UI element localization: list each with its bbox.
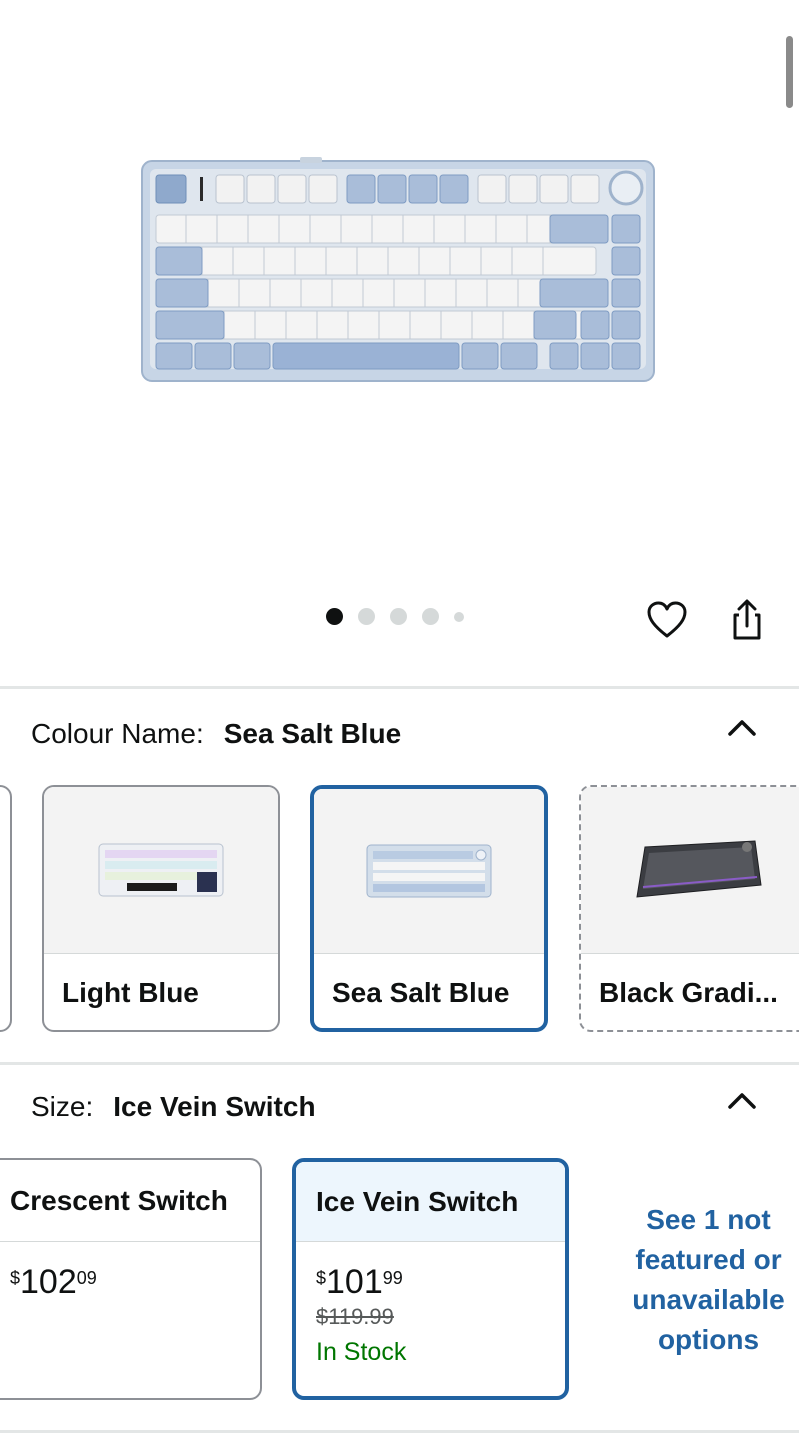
colour-variation-header: Colour Name: Sea Salt Blue (31, 718, 401, 750)
size-variation-header: Size: Ice Vein Switch (31, 1091, 316, 1123)
section-divider (0, 686, 799, 689)
size-option-price: $ 101 99 (296, 1242, 565, 1300)
keyboard-thumbnail (366, 844, 492, 898)
availability-status: In Stock (316, 1338, 407, 1366)
size-option-ice-vein-switch[interactable]: Ice Vein Switch $ 101 99 $119.99 In Stoc… (292, 1158, 569, 1400)
carousel-dot[interactable] (390, 608, 407, 625)
section-divider (0, 1430, 799, 1433)
size-option-name: Crescent Switch (0, 1160, 260, 1242)
size-option-name: Ice Vein Switch (296, 1162, 565, 1242)
colour-option-sea-salt-blue[interactable]: Sea Salt Blue (310, 785, 548, 1032)
price-fraction: 09 (76, 1268, 97, 1288)
keyboard-thumbnail (98, 843, 224, 897)
share-icon (733, 599, 761, 640)
price-whole: 101 (326, 1263, 383, 1301)
keyboard-thumbnail (636, 840, 762, 898)
list-price: $119.99 (316, 1304, 394, 1329)
colour-selected-value: Sea Salt Blue (223, 718, 402, 749)
carousel-dot[interactable] (326, 608, 343, 625)
price-fraction: 99 (382, 1268, 403, 1288)
swatch-image (44, 787, 278, 954)
colour-option-black-gradient[interactable]: Black Gradi... (579, 785, 799, 1032)
colour-option-name: Sea Salt Blue (332, 977, 510, 1008)
see-unavailable-options-link[interactable]: See 1 not featured or unavailable option… (618, 1200, 799, 1360)
price-whole: 102 (20, 1263, 77, 1301)
product-image-carousel[interactable] (0, 0, 799, 590)
section-divider (0, 1062, 799, 1065)
chevron-up-icon[interactable] (724, 714, 760, 742)
chevron-up-icon[interactable] (724, 1087, 760, 1115)
swatch-image (314, 789, 544, 954)
size-label: Size: (31, 1091, 94, 1122)
carousel-indicator (326, 608, 464, 625)
colour-option-name: Black Gradi... (599, 977, 778, 1008)
price-symbol: $ (316, 1268, 327, 1288)
share-button[interactable] (725, 598, 769, 642)
colour-option-partial[interactable] (0, 785, 12, 1032)
wishlist-button[interactable] (645, 598, 689, 642)
keyboard-product-image (141, 157, 655, 382)
heart-icon (647, 601, 687, 638)
colour-option-light-blue[interactable]: Light Blue (42, 785, 280, 1032)
price-symbol: $ (10, 1268, 21, 1288)
size-selected-value: Ice Vein Switch (113, 1091, 316, 1122)
carousel-dot[interactable] (358, 608, 375, 625)
carousel-dot[interactable] (422, 608, 439, 625)
colour-option-name: Light Blue (62, 977, 199, 1008)
size-option-price: $ 102 09 (0, 1242, 260, 1300)
size-option-crescent-switch[interactable]: Crescent Switch $ 102 09 (0, 1158, 262, 1400)
carousel-dot[interactable] (454, 611, 464, 622)
swatch-image (581, 787, 799, 954)
colour-label: Colour Name: (31, 718, 204, 749)
